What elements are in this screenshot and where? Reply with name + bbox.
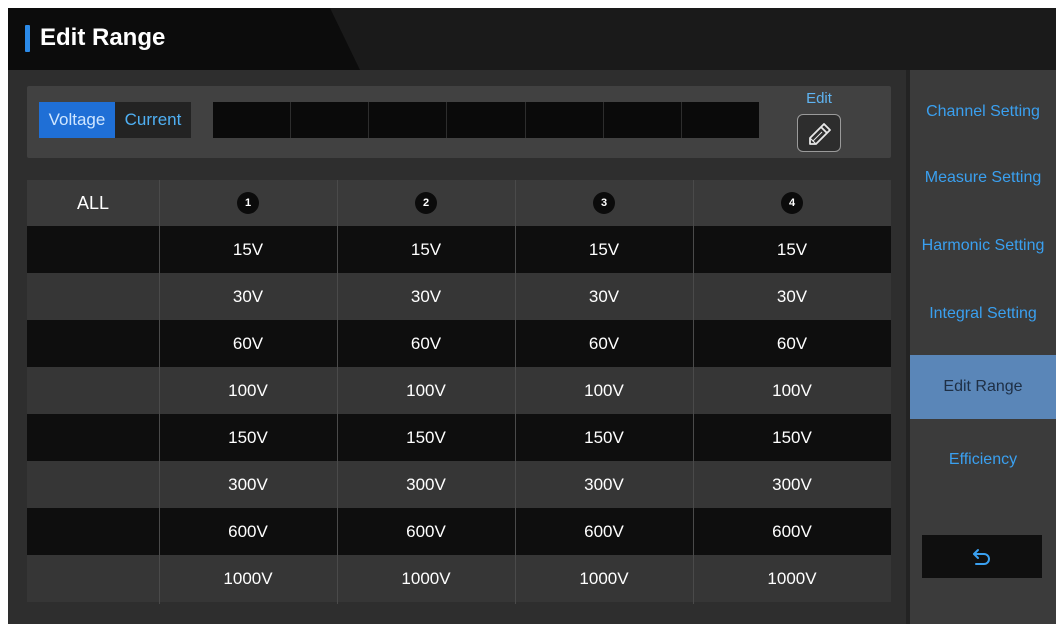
column-divider [337, 180, 338, 604]
all-label: ALL [76, 192, 110, 213]
range-cell[interactable]: 300V [159, 461, 337, 508]
sidebar-item-harmonic-setting[interactable]: Harmonic Setting [910, 214, 1056, 278]
pencil-icon [809, 123, 831, 145]
table-row: 30V 30V 30V 30V [27, 273, 891, 320]
edit-button[interactable]: Edit [793, 90, 845, 154]
range-cell[interactable]: 1000V [693, 555, 891, 602]
table-row: 60V 60V 60V 60V [27, 320, 891, 367]
range-cell[interactable]: 150V [159, 414, 337, 461]
range-cell[interactable]: 100V [337, 367, 515, 414]
row-all-cell[interactable] [27, 367, 159, 414]
row-all-cell[interactable] [27, 226, 159, 273]
range-cell[interactable]: 30V [515, 273, 693, 320]
column-divider [515, 180, 516, 604]
channel-badge: 2 [415, 192, 437, 214]
channel-1-header: 1 [159, 180, 337, 226]
row-all-cell[interactable] [27, 555, 159, 602]
all-channels-header[interactable]: ALL [27, 180, 159, 226]
table-row: 15V 15V 15V 15V [27, 226, 891, 273]
table-row: 600V 600V 600V 600V [27, 508, 891, 555]
range-cell[interactable]: 600V [159, 508, 337, 555]
channel-badge: 3 [593, 192, 615, 214]
sidebar-item-efficiency[interactable]: Efficiency [910, 428, 1056, 492]
page-title: Edit Range [40, 24, 166, 51]
edit-icon-box[interactable] [797, 114, 841, 152]
range-slot[interactable] [447, 102, 526, 138]
range-cell[interactable]: 60V [337, 320, 515, 367]
range-slot[interactable] [291, 102, 370, 138]
row-all-cell[interactable] [27, 508, 159, 555]
range-cell[interactable]: 300V [337, 461, 515, 508]
column-divider [693, 180, 694, 604]
range-slot[interactable] [604, 102, 682, 138]
channel-2-header: 2 [337, 180, 515, 226]
voltage-tab[interactable]: Voltage [39, 102, 115, 138]
channel-badge: 4 [781, 192, 803, 214]
back-arrow-icon [973, 548, 990, 565]
channel-badge: 1 [237, 192, 259, 214]
range-slots [213, 102, 759, 138]
range-cell[interactable]: 100V [693, 367, 891, 414]
sidebar-item-measure-setting[interactable]: Measure Setting [910, 146, 1056, 210]
range-cell[interactable]: 1000V [337, 555, 515, 602]
title-accent-bar [25, 25, 30, 52]
row-all-cell[interactable] [27, 320, 159, 367]
range-cell[interactable]: 1000V [159, 555, 337, 602]
table-row: 1000V 1000V 1000V 1000V [27, 555, 891, 602]
range-cell[interactable]: 15V [515, 226, 693, 273]
table-header-row: ALL 1 2 3 4 [27, 180, 891, 226]
channel-3-header: 3 [515, 180, 693, 226]
range-cell[interactable]: 600V [515, 508, 693, 555]
table-row: 300V 300V 300V 300V [27, 461, 891, 508]
sidebar-item-channel-setting[interactable]: Channel Setting [910, 80, 1056, 144]
range-slot[interactable] [526, 102, 604, 138]
edit-label: Edit [806, 90, 832, 107]
range-cell[interactable]: 30V [693, 273, 891, 320]
range-cell[interactable]: 600V [337, 508, 515, 555]
range-cell[interactable]: 15V [693, 226, 891, 273]
range-cell[interactable]: 30V [337, 273, 515, 320]
range-slot[interactable] [369, 102, 448, 138]
range-cell[interactable]: 150V [693, 414, 891, 461]
range-cell[interactable]: 60V [693, 320, 891, 367]
range-cell[interactable]: 15V [337, 226, 515, 273]
mode-bar: Voltage Current Edit [27, 86, 891, 158]
sidebar: Channel Setting Measure Setting Harmonic… [910, 70, 1056, 624]
main-panel: Voltage Current Edit ALL 1 2 3 4 15V 15V… [8, 70, 906, 624]
range-cell[interactable]: 600V [693, 508, 891, 555]
range-cell[interactable]: 30V [159, 273, 337, 320]
range-cell[interactable]: 100V [159, 367, 337, 414]
row-all-cell[interactable] [27, 414, 159, 461]
range-cell[interactable]: 300V [515, 461, 693, 508]
range-cell[interactable]: 300V [693, 461, 891, 508]
table-row: 100V 100V 100V 100V [27, 367, 891, 414]
range-slot[interactable] [682, 102, 759, 138]
screen: Edit Range Voltage Current Edit ALL 1 2 … [8, 8, 1056, 624]
row-all-cell[interactable] [27, 273, 159, 320]
range-cell[interactable]: 100V [515, 367, 693, 414]
sidebar-item-edit-range[interactable]: Edit Range [910, 355, 1056, 419]
table-row: 150V 150V 150V 150V [27, 414, 891, 461]
row-all-cell[interactable] [27, 461, 159, 508]
sidebar-item-integral-setting[interactable]: Integral Setting [910, 282, 1056, 346]
range-cell[interactable]: 60V [159, 320, 337, 367]
channel-4-header: 4 [693, 180, 891, 226]
header-bar: Edit Range [8, 8, 1056, 70]
range-cell[interactable]: 150V [337, 414, 515, 461]
range-cell[interactable]: 1000V [515, 555, 693, 602]
column-divider [159, 180, 160, 604]
range-cell[interactable]: 15V [159, 226, 337, 273]
range-cell[interactable]: 150V [515, 414, 693, 461]
range-cell[interactable]: 60V [515, 320, 693, 367]
range-slot[interactable] [213, 102, 292, 138]
current-tab[interactable]: Current [115, 102, 191, 138]
range-table: ALL 1 2 3 4 15V 15V 15V 15V 30V 30V 30V … [27, 180, 891, 604]
title-tab: Edit Range [8, 8, 360, 70]
back-button[interactable] [922, 535, 1042, 578]
